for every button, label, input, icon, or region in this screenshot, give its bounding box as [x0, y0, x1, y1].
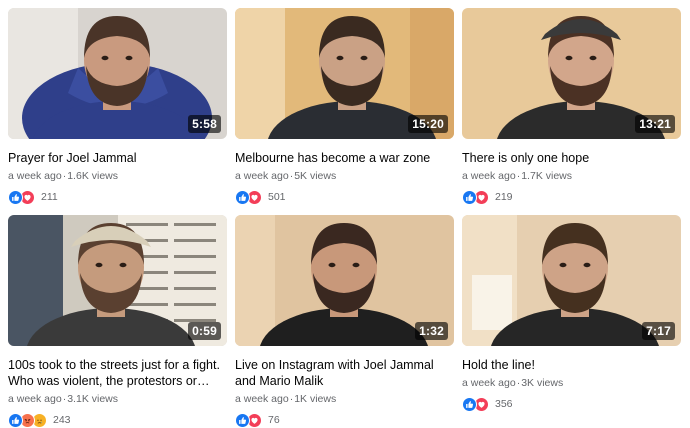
reactions-summary[interactable]: 501 — [235, 189, 454, 205]
video-title[interactable]: 100s took to the streets just for a figh… — [8, 357, 227, 389]
video-meta: a week ago·3.1K views — [8, 392, 227, 406]
video-thumbnail[interactable]: 5:58 — [8, 8, 227, 139]
video-duration: 13:21 — [635, 115, 675, 133]
video-card[interactable]: 5:58 Prayer for Joel Jammal a week ago·1.6… — [8, 8, 227, 205]
like-reaction-icon — [462, 396, 477, 412]
reaction-count: 219 — [495, 191, 513, 203]
reactions-summary[interactable]: 219 — [462, 189, 681, 205]
video-card[interactable]: 15:20 Melbourne has become a war zone a we… — [235, 8, 454, 205]
video-age: a week ago — [8, 393, 62, 405]
video-age: a week ago — [8, 170, 62, 182]
video-duration: 1:32 — [415, 322, 448, 340]
reactions-summary[interactable]: 356 — [462, 396, 681, 412]
video-views: 5K views — [294, 170, 337, 182]
video-views: 3.1K views — [67, 393, 118, 405]
video-meta: a week ago·3K views — [462, 376, 681, 390]
like-reaction-icon — [235, 412, 250, 428]
video-meta: a week ago·1.6K views — [8, 169, 227, 183]
like-reaction-icon — [8, 412, 23, 428]
video-thumbnail[interactable]: 15:20 — [235, 8, 454, 139]
like-reaction-icon — [462, 189, 477, 205]
video-age: a week ago — [235, 170, 289, 182]
video-duration: 15:20 — [408, 115, 448, 133]
reaction-count: 501 — [268, 191, 286, 203]
reactions-summary[interactable]: 243 — [8, 412, 227, 428]
video-duration: 7:17 — [642, 322, 675, 340]
video-card[interactable]: 1:32 Live on Instagram with Joel Jammal a… — [235, 215, 454, 428]
video-meta: a week ago·5K views — [235, 169, 454, 183]
reaction-count: 356 — [495, 398, 513, 410]
like-reaction-icon — [235, 189, 250, 205]
video-title[interactable]: Live on Instagram with Joel Jammal and M… — [235, 357, 454, 389]
video-age: a week ago — [235, 393, 289, 405]
video-thumbnail[interactable]: 1:32 — [235, 215, 454, 346]
video-age: a week ago — [462, 170, 516, 182]
video-age: a week ago — [462, 377, 516, 389]
video-views: 1K views — [294, 393, 337, 405]
video-thumbnail[interactable]: 7:17 — [462, 215, 681, 346]
video-duration: 0:59 — [188, 322, 221, 340]
reactions-summary[interactable]: 76 — [235, 412, 454, 428]
video-title[interactable]: Prayer for Joel Jammal — [8, 150, 227, 166]
video-thumbnail[interactable]: 13:21 — [462, 8, 681, 139]
reaction-count: 211 — [41, 191, 58, 203]
video-thumbnail[interactable]: 0:59 — [8, 215, 227, 346]
reactions-summary[interactable]: 211 — [8, 189, 227, 205]
video-title[interactable]: Melbourne has become a war zone — [235, 150, 454, 166]
video-duration: 5:58 — [188, 115, 221, 133]
video-views: 3K views — [521, 377, 564, 389]
video-title[interactable]: There is only one hope — [462, 150, 681, 166]
video-meta: a week ago·1.7K views — [462, 169, 681, 183]
video-card[interactable]: 13:21 There is only one hope a week ago·1.… — [462, 8, 681, 205]
video-title[interactable]: Hold the line! — [462, 357, 681, 373]
reaction-count: 76 — [268, 414, 280, 426]
video-card[interactable]: 0:59 100s took to the streets just for a … — [8, 215, 227, 428]
video-card[interactable]: 7:17 Hold the line! a week ago·3K views 356 — [462, 215, 681, 412]
reaction-count: 243 — [53, 414, 71, 426]
video-meta: a week ago·1K views — [235, 392, 454, 406]
video-views: 1.7K views — [521, 170, 572, 182]
like-reaction-icon — [8, 189, 23, 205]
video-views: 1.6K views — [67, 170, 118, 182]
